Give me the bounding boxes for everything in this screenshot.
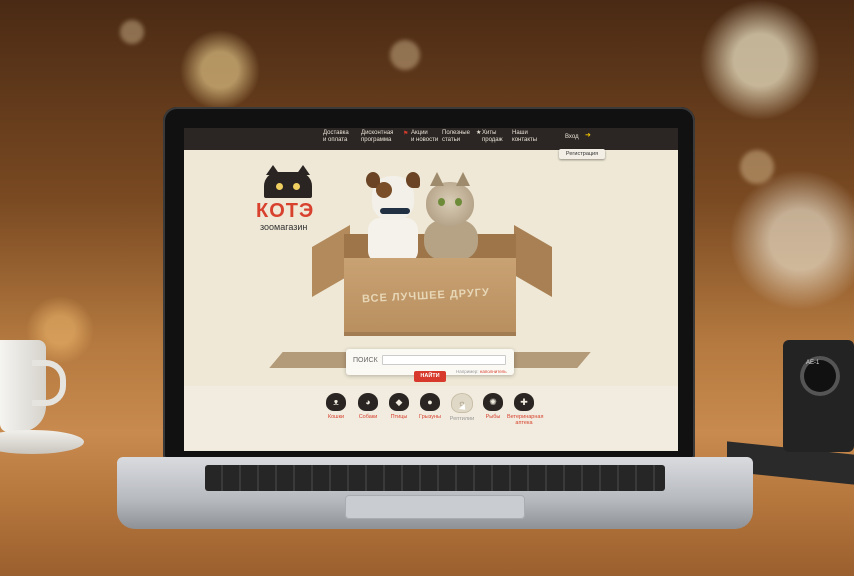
nav-item-discount[interactable]: Дисконтная программа <box>361 130 393 144</box>
logo-cat-eye <box>293 183 300 190</box>
nav-item-articles[interactable]: Полезные статьи <box>442 130 470 144</box>
category-dogs[interactable]: ◕ Собаки <box>351 393 385 420</box>
search-hint-prefix: Например: <box>456 369 479 374</box>
category-label: Птицы <box>390 414 408 420</box>
logo-title[interactable]: КОТЭ <box>256 200 314 223</box>
category-rodents[interactable]: ● Грызуны <box>413 393 447 420</box>
category-label: Собаки <box>358 414 378 420</box>
rodent-icon: ● <box>420 393 440 411</box>
login-link[interactable]: Вход <box>565 134 579 141</box>
camera-brand: AE-1 <box>806 360 820 366</box>
logo-cat-ear <box>296 165 310 175</box>
top-nav: Доставка и оплата Дисконтная программа ⚑… <box>184 128 678 150</box>
laptop-trackpad <box>345 495 525 519</box>
vet-pharmacy-icon: ✚ <box>514 393 534 411</box>
cat-body <box>424 220 478 260</box>
category-label: Кошки <box>327 414 345 420</box>
category-label: Рыбы <box>485 414 501 420</box>
dog-ear <box>406 172 420 188</box>
category-label: Грызуны <box>419 414 441 420</box>
category-label: Ветеринарная аптека <box>507 414 544 426</box>
arrow-right-icon: ➜ <box>585 132 591 139</box>
search-label: ПОИСК <box>353 357 378 364</box>
category-birds[interactable]: ◆ Птицы <box>382 393 416 420</box>
fish-icon: ✺ <box>483 393 503 411</box>
flag-icon: ⚑ <box>403 131 409 137</box>
cat-eye <box>438 198 445 206</box>
logo-cat-eye <box>276 183 283 190</box>
dog-body <box>368 218 418 263</box>
nav-item-contacts[interactable]: Наши контакты <box>512 130 537 144</box>
box-flap-right <box>514 225 552 297</box>
logo-cat-icon[interactable] <box>264 165 312 198</box>
dog-icon: ◕ <box>358 393 378 411</box>
register-button[interactable]: Регистрация <box>559 149 605 159</box>
nav-item-promotions[interactable]: Акции и новости <box>411 130 438 144</box>
dog-eye-patch <box>376 182 392 198</box>
bird-icon: ◆ <box>389 393 409 411</box>
category-fish[interactable]: ✺ Рыбы <box>476 393 510 420</box>
search-hint: Например: наполнитель <box>456 369 507 374</box>
category-vet-pharmacy[interactable]: ✚ Ветеринарная аптека <box>507 393 544 426</box>
category-cats[interactable]: ᴥ Кошки <box>319 393 353 420</box>
category-label: Рептилии <box>449 416 475 422</box>
cat-eye <box>455 198 462 206</box>
logo-cat-ear <box>266 165 280 175</box>
nav-item-bestsellers[interactable]: Хиты продаж <box>482 130 503 144</box>
search-input[interactable] <box>382 355 506 365</box>
cat-ear <box>430 172 444 186</box>
cat-ear <box>456 172 470 186</box>
laptop-screen: Доставка и оплата Дисконтная программа ⚑… <box>184 128 678 451</box>
bokeh-light <box>740 150 774 184</box>
star-icon: ★ <box>476 130 482 136</box>
dog-collar <box>380 208 410 214</box>
laptop-keyboard <box>205 465 665 491</box>
search-hint-example[interactable]: наполнитель <box>480 369 507 374</box>
bokeh-light <box>120 20 144 44</box>
cat-head <box>426 172 474 226</box>
coffee-cup-handle <box>32 360 66 406</box>
cat-icon: ᴥ <box>326 393 346 411</box>
logo-subtitle: зоомагазин <box>260 222 308 232</box>
bokeh-light <box>390 40 420 70</box>
search-button[interactable]: НАЙТИ <box>414 371 446 382</box>
nav-item-delivery[interactable]: Доставка и оплата <box>323 130 349 144</box>
